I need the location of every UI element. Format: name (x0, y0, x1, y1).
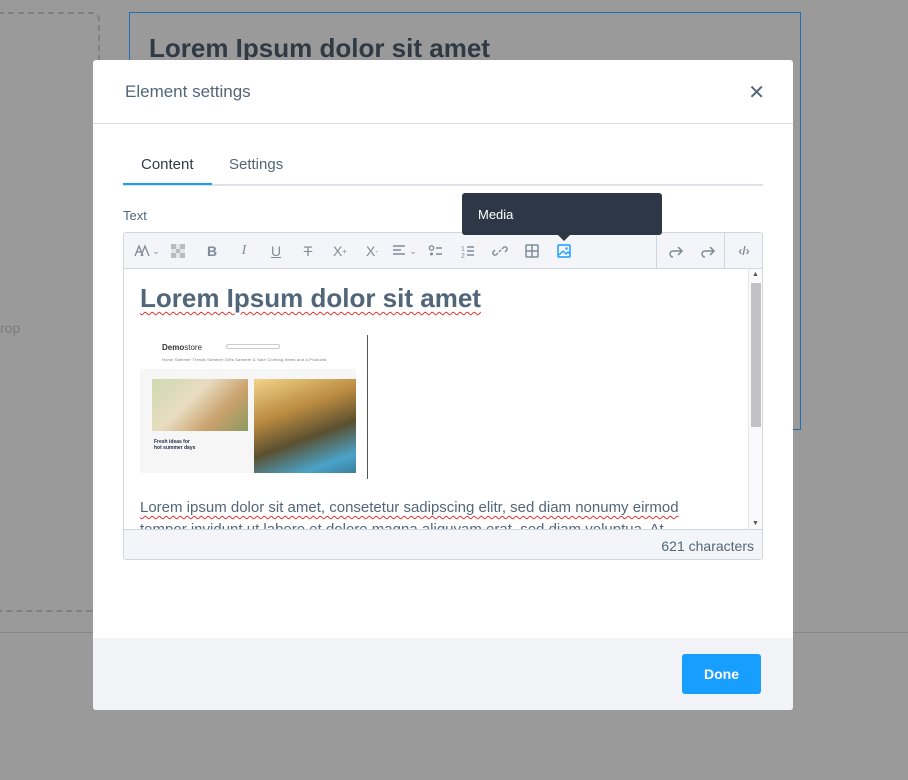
bold-icon[interactable]: B (200, 233, 224, 269)
strikethrough-icon[interactable]: T (296, 233, 320, 269)
thumbnail-caption: Fresh ideas for hot summer days (154, 439, 196, 451)
table-icon[interactable] (520, 233, 544, 269)
editor-content[interactable]: Lorem Ipsum dolor sit amet Demostore Hom… (124, 269, 748, 529)
close-icon[interactable]: ✕ (748, 80, 765, 105)
underline-icon[interactable]: U (264, 233, 288, 269)
code-icon[interactable]: ‹/› (730, 233, 758, 269)
toolbar-separator (656, 233, 657, 269)
element-settings-modal: Element settings ✕ Content Settings Text… (93, 60, 793, 710)
thumbnail-nav: Home Sammer Trends Sammer Gifts Sammer &… (162, 357, 327, 362)
link-icon[interactable] (488, 233, 512, 269)
tab-content[interactable]: Content (123, 156, 212, 185)
svg-text:1: 1 (461, 246, 465, 253)
background-drop-label: rop (0, 320, 21, 336)
media-tooltip: Media (462, 193, 662, 241)
editor-scrollbar[interactable]: ▲ ▼ (748, 269, 762, 529)
scroll-thumb[interactable] (751, 283, 761, 427)
background-drop-zone (0, 12, 100, 612)
thumbnail-brand: Demostore (162, 343, 203, 352)
inserted-image[interactable]: Demostore Home Sammer Trends Sammer Gift… (140, 335, 368, 479)
scroll-up-icon[interactable]: ▲ (752, 271, 759, 278)
toolbar-separator (724, 233, 725, 269)
thumbnail-photo-2 (254, 379, 356, 473)
italic-icon[interactable]: I (232, 233, 256, 269)
superscript-icon[interactable]: X + (328, 233, 352, 269)
thumbnail-photo-1 (152, 379, 248, 431)
modal-title: Element settings (125, 82, 251, 101)
color-icon[interactable] (166, 233, 190, 269)
svg-text:2: 2 (461, 253, 465, 259)
editor-heading: Lorem Ipsum dolor sit amet (140, 283, 481, 313)
done-button[interactable]: Done (682, 654, 761, 694)
tab-bar: Content Settings (123, 150, 763, 186)
thumbnail-search (226, 344, 280, 349)
modal-header: Element settings ✕ (93, 60, 793, 124)
undo-icon[interactable] (664, 233, 688, 269)
unordered-list-icon[interactable] (424, 233, 448, 269)
text-field-label: Text (123, 208, 147, 223)
editor-toolbar: ⌄ B I U T X + X- ⌄ 12 ‹/› (124, 233, 762, 269)
align-icon[interactable]: ⌄ (388, 233, 420, 269)
character-count: 621 characters (661, 538, 754, 554)
redo-icon[interactable] (696, 233, 720, 269)
rich-text-editor[interactable]: ⌄ B I U T X + X- ⌄ 12 ‹/› Lorem Ipsum do… (123, 232, 763, 560)
scroll-down-icon[interactable]: ▼ (752, 520, 759, 527)
thumbnail-hero: Fresh ideas for hot summer days (140, 369, 356, 473)
editor-paragraph: Lorem ipsum dolor sit amet, consetetur s… (140, 499, 679, 529)
ordered-list-icon[interactable]: 12 (456, 233, 480, 269)
subscript-icon[interactable]: X- (360, 233, 384, 269)
modal-footer: Done (93, 638, 793, 710)
text-style-icon[interactable]: ⌄ (130, 233, 164, 269)
editor-status-bar: 621 characters (124, 529, 762, 559)
tab-settings[interactable]: Settings (211, 156, 301, 183)
